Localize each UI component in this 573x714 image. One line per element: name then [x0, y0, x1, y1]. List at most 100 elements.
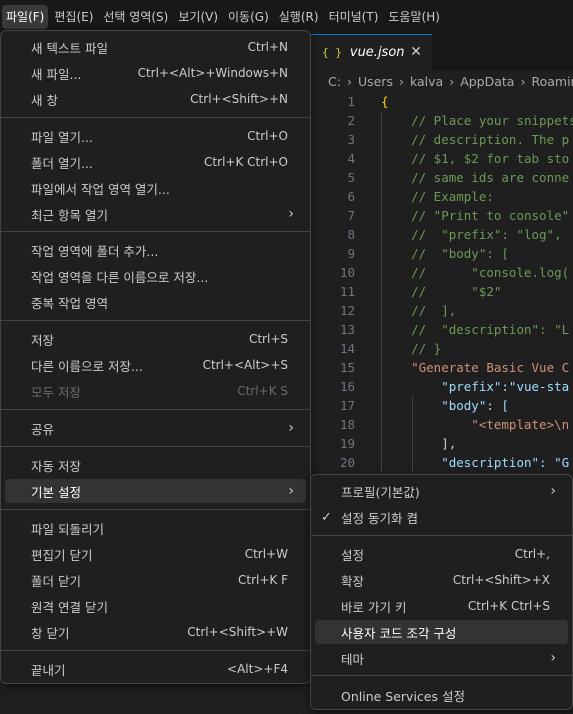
menu-item-auto-save[interactable]: 자동 저장 — [5, 453, 306, 477]
code-text: // Place your snippets — [381, 113, 573, 128]
menu-item-settings[interactable]: 설정 Ctrl+, — [315, 542, 568, 566]
menu-go[interactable]: 이동(G) — [224, 5, 273, 29]
chevron-right-icon: › — [449, 73, 455, 89]
menu-item-keyboard-shortcuts[interactable]: 바로 가기 키 Ctrl+K Ctrl+S — [315, 594, 568, 618]
chevron-right-icon: › — [550, 650, 556, 666]
indent-guide — [381, 111, 382, 472]
code-line: 9 // "body": [ — [310, 244, 573, 263]
menu-item-duplicate-workspace[interactable]: 중복 작업 영역 — [5, 290, 306, 314]
code-text: "prefix":"vue-sta — [381, 379, 570, 394]
code-text: // } — [381, 341, 442, 356]
chevron-right-icon: › — [288, 206, 294, 222]
menu-item-settings-sync[interactable]: ✓ 설정 동기화 켬 — [315, 505, 568, 529]
preferences-submenu: 프로필(기본값) › ✓ 설정 동기화 켬 설정 Ctrl+, 확장 Ctrl+<Shi… — [310, 474, 573, 710]
code-line: 6 // Example: — [310, 187, 573, 206]
code-text: // $1, $2 for tab sto — [381, 151, 570, 166]
menu-item-theme[interactable]: 테마 › — [315, 646, 568, 670]
line-number: 13 — [339, 322, 355, 337]
menu-file[interactable]: 파일(F) — [2, 5, 49, 29]
tab-bar: { } vue.json ✕ — [310, 34, 573, 70]
code-line: 20 "description": "G — [310, 453, 573, 472]
code-line: 18 "<template>\n — [310, 415, 573, 434]
line-number: 19 — [339, 436, 355, 451]
line-number: 6 — [347, 189, 355, 204]
line-number: 3 — [347, 132, 355, 147]
line-number: 4 — [347, 151, 355, 166]
code-text: // "body": [ — [381, 246, 509, 261]
menu-item-share[interactable]: 공유 › — [5, 416, 306, 440]
breadcrumb-item[interactable]: kalva — [410, 74, 443, 89]
code-text: // ], — [381, 303, 457, 318]
code-line: 3 // description. The p — [310, 130, 573, 149]
breadcrumb-item[interactable]: AppData — [460, 74, 514, 89]
menu-item-extensions[interactable]: 확장 Ctrl+<Shift>+X — [315, 568, 568, 592]
menu-divider — [311, 535, 572, 536]
menu-item-add-folder[interactable]: 작업 영역에 폴더 추가... — [5, 238, 306, 262]
code-text: // "console.log( — [381, 265, 570, 280]
menu-item-new-text-file[interactable]: 새 텍스트 파일 Ctrl+N — [5, 35, 306, 59]
line-number: 10 — [339, 265, 355, 280]
code-line: 12 // ], — [310, 301, 573, 320]
line-number: 14 — [339, 341, 355, 356]
menu-item-configure-snippets[interactable]: 사용자 코드 조각 구성 — [315, 620, 568, 644]
menu-divider — [1, 446, 310, 447]
code-text: "body": [ — [381, 398, 509, 413]
menu-divider — [1, 117, 310, 118]
breadcrumb: C:› Users› kalva› AppData› Roaming› — [310, 70, 573, 92]
tab-vue-json[interactable]: { } vue.json ✕ — [310, 34, 432, 70]
breadcrumb-item[interactable]: Roaming — [531, 74, 573, 89]
menu-item-revert-file[interactable]: 파일 되돌리기 — [5, 516, 306, 540]
code-line: 1{ — [310, 92, 573, 111]
code-text: // description. The p — [381, 132, 570, 147]
close-icon[interactable]: ✕ — [408, 44, 424, 60]
menu-item-save-all: 모두 저장 Ctrl+K S — [31, 384, 288, 400]
menu-selection[interactable]: 선택 영역(S) — [99, 5, 172, 29]
menu-item-new-file[interactable]: 새 파일... Ctrl+<Alt>+Windows+N — [5, 61, 306, 85]
code-text: // same ids are conne — [381, 170, 570, 185]
menu-terminal[interactable]: 터미널(T) — [325, 5, 383, 29]
menu-item-profile[interactable]: 프로필(기본값) › — [315, 479, 568, 503]
check-icon: ✓ — [321, 509, 332, 525]
menu-item-online-services[interactable]: Online Services 설정 — [315, 683, 568, 707]
menu-help[interactable]: 도움말(H) — [384, 5, 444, 29]
line-number: 20 — [339, 455, 355, 470]
menu-run[interactable]: 실행(R) — [275, 5, 323, 29]
menu-item-open-folder[interactable]: 폴더 열기... Ctrl+K Ctrl+O — [5, 150, 306, 174]
line-number: 8 — [347, 227, 355, 242]
menu-item-close-folder[interactable]: 폴더 닫기 Ctrl+K F — [5, 568, 306, 592]
menu-item-exit[interactable]: 끝내기 <Alt>+F4 — [5, 657, 306, 681]
menu-item-open-workspace[interactable]: 파일에서 작업 영역 열기... — [5, 176, 306, 200]
code-line: 10 // "console.log( — [310, 263, 573, 282]
breadcrumb-item[interactable]: C: — [328, 74, 341, 89]
code-line: 7 // "Print to console" — [310, 206, 573, 225]
code-text: // Example: — [381, 189, 494, 204]
line-number: 15 — [339, 360, 355, 375]
menu-item-open-file[interactable]: 파일 열기... Ctrl+O — [5, 124, 306, 148]
breadcrumb-item[interactable]: Users — [358, 74, 393, 89]
menu-item-preferences[interactable]: 기본 설정 › — [5, 479, 306, 503]
code-line: 2 // Place your snippets — [310, 111, 573, 130]
code-line: 5 // same ids are conne — [310, 168, 573, 187]
line-number: 17 — [339, 398, 355, 413]
menu-item-save-workspace-as[interactable]: 작업 영역을 다른 이름으로 저장... — [5, 264, 306, 288]
menu-item-close-editor[interactable]: 편집기 닫기 Ctrl+W — [5, 542, 306, 566]
code-text: ], — [381, 436, 457, 451]
menu-item-new-window[interactable]: 새 창 Ctrl+<Shift>+N — [5, 87, 306, 111]
code-text: "<template>\n — [381, 417, 570, 432]
file-menu: 새 텍스트 파일 Ctrl+N 새 파일... Ctrl+<Alt>+Windows… — [0, 30, 311, 684]
menu-item-close-remote[interactable]: 원격 연결 닫기 — [5, 594, 306, 618]
json-file-icon: { } — [322, 46, 342, 59]
chevron-right-icon: › — [346, 73, 352, 89]
menu-item-save-as[interactable]: 다른 이름으로 저장... Ctrl+<Alt>+S — [5, 353, 306, 377]
menu-item-save[interactable]: 저장 Ctrl+S — [5, 327, 306, 351]
menu-view[interactable]: 보기(V) — [174, 5, 222, 29]
chevron-right-icon: › — [398, 73, 404, 89]
chevron-right-icon: › — [550, 483, 556, 499]
menu-divider — [1, 650, 310, 651]
code-line: 13 // "description": "L — [310, 320, 573, 339]
code-line: 19 ], — [310, 434, 573, 453]
menu-item-close-window[interactable]: 창 닫기 Ctrl+<Shift>+W — [5, 620, 306, 644]
menu-edit[interactable]: 편집(E) — [50, 5, 97, 29]
menu-item-open-recent[interactable]: 최근 항목 열기 › — [5, 202, 306, 226]
menu-divider — [1, 320, 310, 321]
